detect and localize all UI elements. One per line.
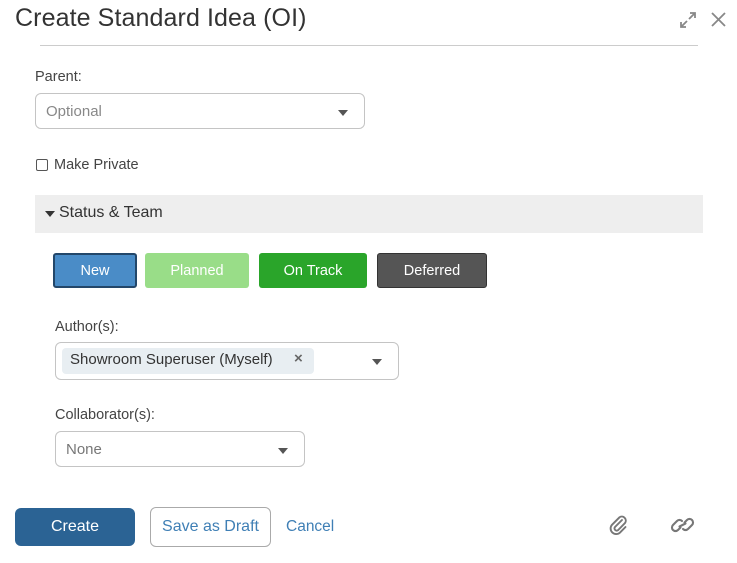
link-icon[interactable] xyxy=(670,514,695,536)
remove-author-icon[interactable]: × xyxy=(294,350,303,367)
make-private-label: Make Private xyxy=(54,157,139,173)
dialog-title: Create Standard Idea (OI) xyxy=(15,4,307,32)
status-on-track-button[interactable]: On Track xyxy=(259,253,367,288)
create-button[interactable]: Create xyxy=(15,508,135,546)
parent-label: Parent: xyxy=(35,69,82,85)
cancel-link[interactable]: Cancel xyxy=(286,518,334,536)
status-deferred-button[interactable]: Deferred xyxy=(377,253,487,288)
collaborators-select-value: None xyxy=(66,440,102,458)
authors-label: Author(s): xyxy=(55,319,119,335)
parent-select-value: Optional xyxy=(46,102,102,120)
parent-select[interactable]: Optional xyxy=(35,93,365,129)
paperclip-icon[interactable] xyxy=(608,514,628,536)
status-planned-button[interactable]: Planned xyxy=(145,253,249,288)
author-tag-label: Showroom Superuser (Myself) xyxy=(70,351,273,368)
header-divider xyxy=(40,45,698,46)
status-new-button[interactable]: New xyxy=(53,253,137,288)
close-icon[interactable] xyxy=(710,11,727,28)
chevron-down-icon xyxy=(338,110,348,116)
collaborators-label: Collaborator(s): xyxy=(55,407,155,423)
make-private-checkbox[interactable] xyxy=(36,159,48,171)
collaborators-select[interactable]: None xyxy=(55,431,305,467)
expand-icon[interactable] xyxy=(679,11,697,29)
section-title: Status & Team xyxy=(59,204,163,221)
chevron-down-icon xyxy=(278,448,288,454)
save-draft-button[interactable]: Save as Draft xyxy=(150,507,271,547)
collapse-caret-icon[interactable] xyxy=(45,211,55,217)
chevron-down-icon xyxy=(372,359,382,365)
